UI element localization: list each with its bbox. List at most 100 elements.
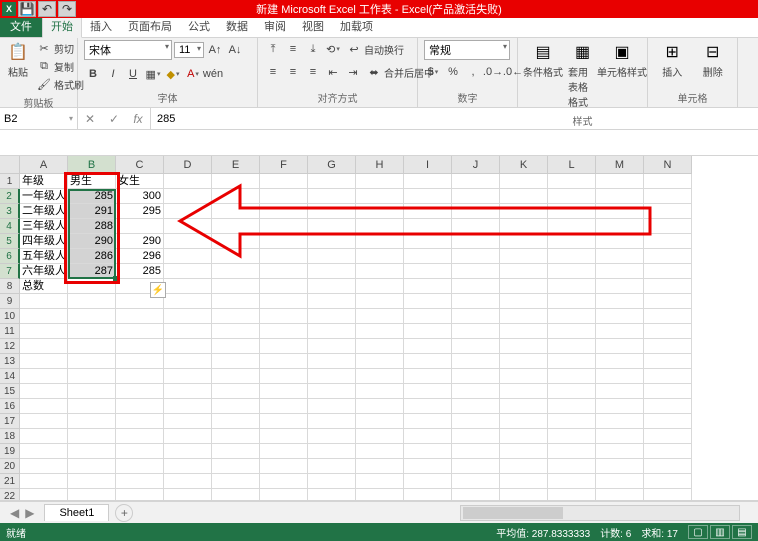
cell-J20[interactable] <box>452 459 500 474</box>
row-header-20[interactable]: 20 <box>0 459 20 474</box>
cell-N8[interactable] <box>644 279 692 294</box>
cell-F17[interactable] <box>260 414 308 429</box>
cell-E8[interactable] <box>212 279 260 294</box>
italic-button[interactable]: I <box>104 65 122 83</box>
underline-button[interactable]: U <box>124 65 142 83</box>
cell-B17[interactable] <box>68 414 116 429</box>
decrease-indent-button[interactable]: ⇤ <box>324 63 342 81</box>
cell-H16[interactable] <box>356 399 404 414</box>
row-header-11[interactable]: 11 <box>0 324 20 339</box>
cell-H17[interactable] <box>356 414 404 429</box>
row-header-1[interactable]: 1 <box>0 174 20 189</box>
cell-H6[interactable] <box>356 249 404 264</box>
cell-M4[interactable] <box>596 219 644 234</box>
conditional-format-button[interactable]: ▤条件格式 <box>524 40 562 81</box>
cell-H21[interactable] <box>356 474 404 489</box>
cell-J8[interactable] <box>452 279 500 294</box>
cell-B10[interactable] <box>68 309 116 324</box>
bold-button[interactable]: B <box>84 65 102 83</box>
cell-I6[interactable] <box>404 249 452 264</box>
cell-C10[interactable] <box>116 309 164 324</box>
name-box[interactable]: B2 <box>0 108 78 129</box>
cell-A21[interactable] <box>20 474 68 489</box>
cell-I13[interactable] <box>404 354 452 369</box>
cell-E21[interactable] <box>212 474 260 489</box>
cell-N14[interactable] <box>644 369 692 384</box>
cell-H4[interactable] <box>356 219 404 234</box>
cell-H13[interactable] <box>356 354 404 369</box>
cell-E13[interactable] <box>212 354 260 369</box>
add-sheet-button[interactable]: + <box>115 504 133 522</box>
cell-E14[interactable] <box>212 369 260 384</box>
cell-J12[interactable] <box>452 339 500 354</box>
cell-L11[interactable] <box>548 324 596 339</box>
cell-G8[interactable] <box>308 279 356 294</box>
cell-D6[interactable] <box>164 249 212 264</box>
cell-E12[interactable] <box>212 339 260 354</box>
cell-M2[interactable] <box>596 189 644 204</box>
font-size-combo[interactable]: 11 <box>174 42 204 58</box>
cell-H1[interactable] <box>356 174 404 189</box>
cell-B3[interactable]: 291 <box>68 204 116 219</box>
cell-G9[interactable] <box>308 294 356 309</box>
cell-F20[interactable] <box>260 459 308 474</box>
cell-A14[interactable] <box>20 369 68 384</box>
cell-N20[interactable] <box>644 459 692 474</box>
cell-G13[interactable] <box>308 354 356 369</box>
cell-M15[interactable] <box>596 384 644 399</box>
cell-I21[interactable] <box>404 474 452 489</box>
cell-M20[interactable] <box>596 459 644 474</box>
cell-J13[interactable] <box>452 354 500 369</box>
cell-C2[interactable]: 300 <box>116 189 164 204</box>
cell-K1[interactable] <box>500 174 548 189</box>
font-name-combo[interactable]: 宋体 <box>84 40 172 60</box>
tab-formulas[interactable]: 公式 <box>180 15 218 37</box>
cell-L1[interactable] <box>548 174 596 189</box>
col-header-B[interactable]: B <box>68 156 116 174</box>
cell-E17[interactable] <box>212 414 260 429</box>
cell-B19[interactable] <box>68 444 116 459</box>
cell-A6[interactable]: 五年级人数 <box>20 249 68 264</box>
cell-B7[interactable]: 287 <box>68 264 116 279</box>
cell-K17[interactable] <box>500 414 548 429</box>
number-format-combo[interactable]: 常规 <box>424 40 510 60</box>
col-header-C[interactable]: C <box>116 156 164 174</box>
cell-L5[interactable] <box>548 234 596 249</box>
cell-K18[interactable] <box>500 429 548 444</box>
cell-D20[interactable] <box>164 459 212 474</box>
cell-B21[interactable] <box>68 474 116 489</box>
cell-G1[interactable] <box>308 174 356 189</box>
col-header-J[interactable]: J <box>452 156 500 174</box>
cell-B8[interactable] <box>68 279 116 294</box>
cell-J14[interactable] <box>452 369 500 384</box>
align-top-button[interactable]: ⤒ <box>264 40 282 58</box>
cell-N22[interactable] <box>644 489 692 501</box>
cell-C19[interactable] <box>116 444 164 459</box>
paste-button[interactable]: 📋 粘贴 <box>6 40 30 81</box>
cell-A18[interactable] <box>20 429 68 444</box>
delete-cells-button[interactable]: ⊟删除 <box>695 40 732 81</box>
file-tab[interactable]: 文件 <box>0 15 42 37</box>
cell-I1[interactable] <box>404 174 452 189</box>
cell-L6[interactable] <box>548 249 596 264</box>
cell-F3[interactable] <box>260 204 308 219</box>
cell-E19[interactable] <box>212 444 260 459</box>
cell-K7[interactable] <box>500 264 548 279</box>
cell-J4[interactable] <box>452 219 500 234</box>
col-header-H[interactable]: H <box>356 156 404 174</box>
cell-J3[interactable] <box>452 204 500 219</box>
cell-L4[interactable] <box>548 219 596 234</box>
tab-insert[interactable]: 插入 <box>82 15 120 37</box>
cell-F9[interactable] <box>260 294 308 309</box>
cell-E1[interactable] <box>212 174 260 189</box>
increase-font-button[interactable]: A↑ <box>206 41 224 59</box>
cell-C3[interactable]: 295 <box>116 204 164 219</box>
cell-B13[interactable] <box>68 354 116 369</box>
cell-J16[interactable] <box>452 399 500 414</box>
row-header-7[interactable]: 7 <box>0 264 20 279</box>
cell-E2[interactable] <box>212 189 260 204</box>
row-header-17[interactable]: 17 <box>0 414 20 429</box>
cell-B22[interactable] <box>68 489 116 501</box>
cell-K11[interactable] <box>500 324 548 339</box>
cell-K8[interactable] <box>500 279 548 294</box>
